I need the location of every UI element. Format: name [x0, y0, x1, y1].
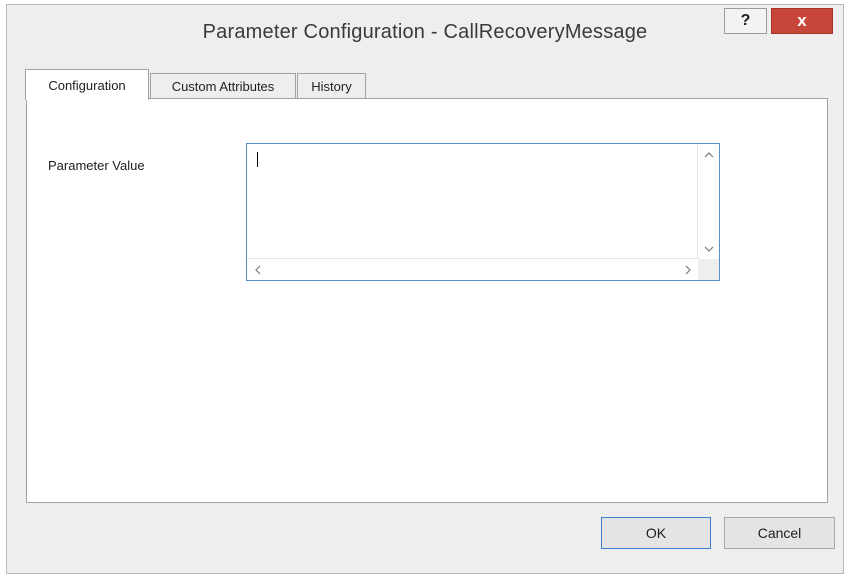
window-title: Parameter Configuration - CallRecoveryMe… — [202, 21, 648, 43]
chevron-left-icon[interactable] — [247, 259, 268, 280]
title-bar[interactable]: Parameter Configuration - CallRecoveryMe… — [7, 5, 843, 63]
horizontal-scrollbar[interactable] — [247, 258, 698, 280]
scrollbar-corner — [698, 259, 719, 280]
tab-label: Configuration — [48, 77, 126, 93]
tab-strip: Configuration Custom Attributes History — [25, 69, 725, 100]
text-caret — [257, 152, 258, 167]
parameter-value-label: Parameter Value — [48, 158, 145, 173]
tab-history[interactable]: History — [297, 73, 366, 98]
help-icon: ? — [740, 12, 751, 29]
help-button[interactable]: ? — [724, 8, 767, 34]
tab-configuration[interactable]: Configuration — [25, 69, 149, 100]
tab-label: Custom Attributes — [171, 78, 275, 94]
chevron-right-icon[interactable] — [677, 259, 698, 280]
close-button[interactable]: x — [771, 8, 833, 34]
close-icon: x — [797, 11, 807, 30]
parameter-value-input[interactable] — [246, 143, 720, 281]
vertical-scrollbar[interactable] — [697, 144, 719, 259]
tab-label: History — [311, 78, 352, 94]
ok-button[interactable]: OK — [601, 517, 711, 549]
configuration-panel: Parameter Value — [26, 98, 828, 503]
chevron-down-icon[interactable] — [698, 238, 719, 259]
tab-custom-attributes[interactable]: Custom Attributes — [150, 73, 296, 98]
chevron-up-icon[interactable] — [698, 144, 719, 165]
dialog-window: Parameter Configuration - CallRecoveryMe… — [6, 4, 844, 574]
cancel-button[interactable]: Cancel — [724, 517, 835, 549]
